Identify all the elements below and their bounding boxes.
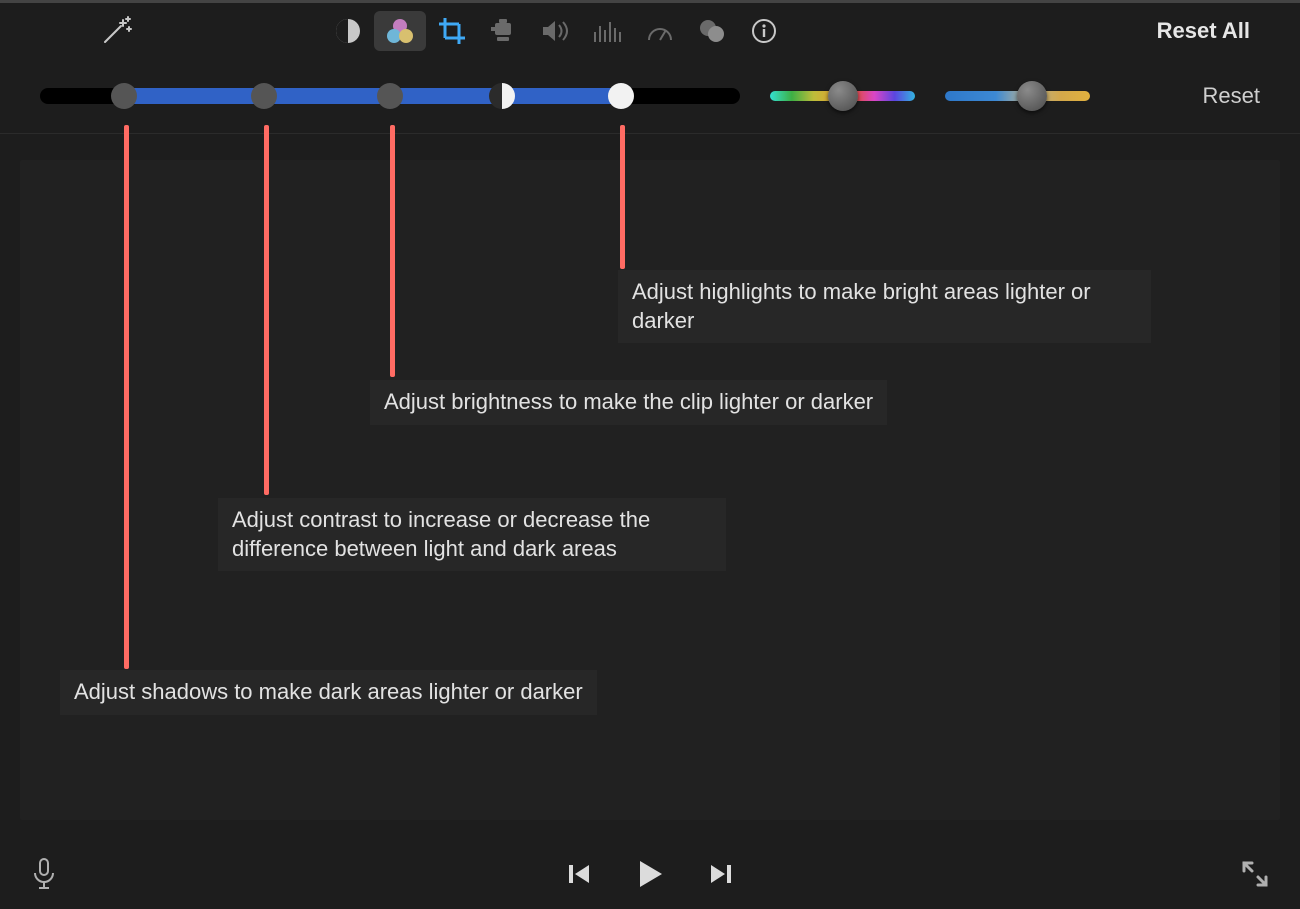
callout-shadows: Adjust shadows to make dark areas lighte… bbox=[60, 670, 597, 715]
fullscreen-icon[interactable] bbox=[1240, 859, 1270, 889]
color-balance-icon[interactable] bbox=[322, 11, 374, 51]
color-correction-icon[interactable] bbox=[374, 11, 426, 51]
playback-footer bbox=[0, 839, 1300, 909]
speed-icon[interactable] bbox=[634, 11, 686, 51]
previous-icon[interactable] bbox=[565, 860, 593, 888]
noise-reduction-icon[interactable] bbox=[582, 11, 634, 51]
mic-icon[interactable] bbox=[30, 856, 58, 892]
color-filter-icon[interactable] bbox=[686, 11, 738, 51]
highlights-handle[interactable] bbox=[608, 83, 634, 109]
app-window: Reset All Reset Adjust highlights to mak… bbox=[0, 0, 1300, 909]
multi-point-slider[interactable] bbox=[40, 84, 740, 108]
volume-icon[interactable] bbox=[530, 11, 582, 51]
reset-button[interactable]: Reset bbox=[1203, 83, 1260, 109]
saturation-handle[interactable] bbox=[828, 81, 858, 111]
crop-icon[interactable] bbox=[426, 11, 478, 51]
callout-brightness: Adjust brightness to make the clip light… bbox=[370, 380, 887, 425]
enhance-icon[interactable] bbox=[90, 11, 142, 51]
shadows-handle[interactable] bbox=[111, 83, 137, 109]
contrast-handle[interactable] bbox=[251, 83, 277, 109]
play-icon[interactable] bbox=[633, 857, 667, 891]
temperature-handle[interactable] bbox=[1017, 81, 1047, 111]
callout-line-brightness bbox=[390, 125, 395, 377]
callout-highlights: Adjust highlights to make bright areas l… bbox=[618, 270, 1151, 343]
slider-active-track bbox=[124, 88, 621, 104]
midtones-handle[interactable] bbox=[489, 83, 515, 109]
callout-contrast: Adjust contrast to increase or decrease … bbox=[218, 498, 726, 571]
temperature-slider[interactable] bbox=[945, 84, 1090, 108]
reset-all-button[interactable]: Reset All bbox=[1147, 14, 1260, 48]
callout-line-contrast bbox=[264, 125, 269, 495]
stabilization-icon[interactable] bbox=[478, 11, 530, 51]
playback-controls bbox=[565, 857, 735, 891]
callout-line-highlights bbox=[620, 125, 625, 269]
color-slider-row: Reset bbox=[0, 58, 1300, 134]
preview-area bbox=[20, 160, 1280, 820]
info-icon[interactable] bbox=[738, 11, 790, 51]
inspector-toolbar: Reset All bbox=[0, 3, 1300, 58]
brightness-handle[interactable] bbox=[377, 83, 403, 109]
next-icon[interactable] bbox=[707, 860, 735, 888]
saturation-slider[interactable] bbox=[770, 84, 915, 108]
callout-line-shadows bbox=[124, 125, 129, 669]
